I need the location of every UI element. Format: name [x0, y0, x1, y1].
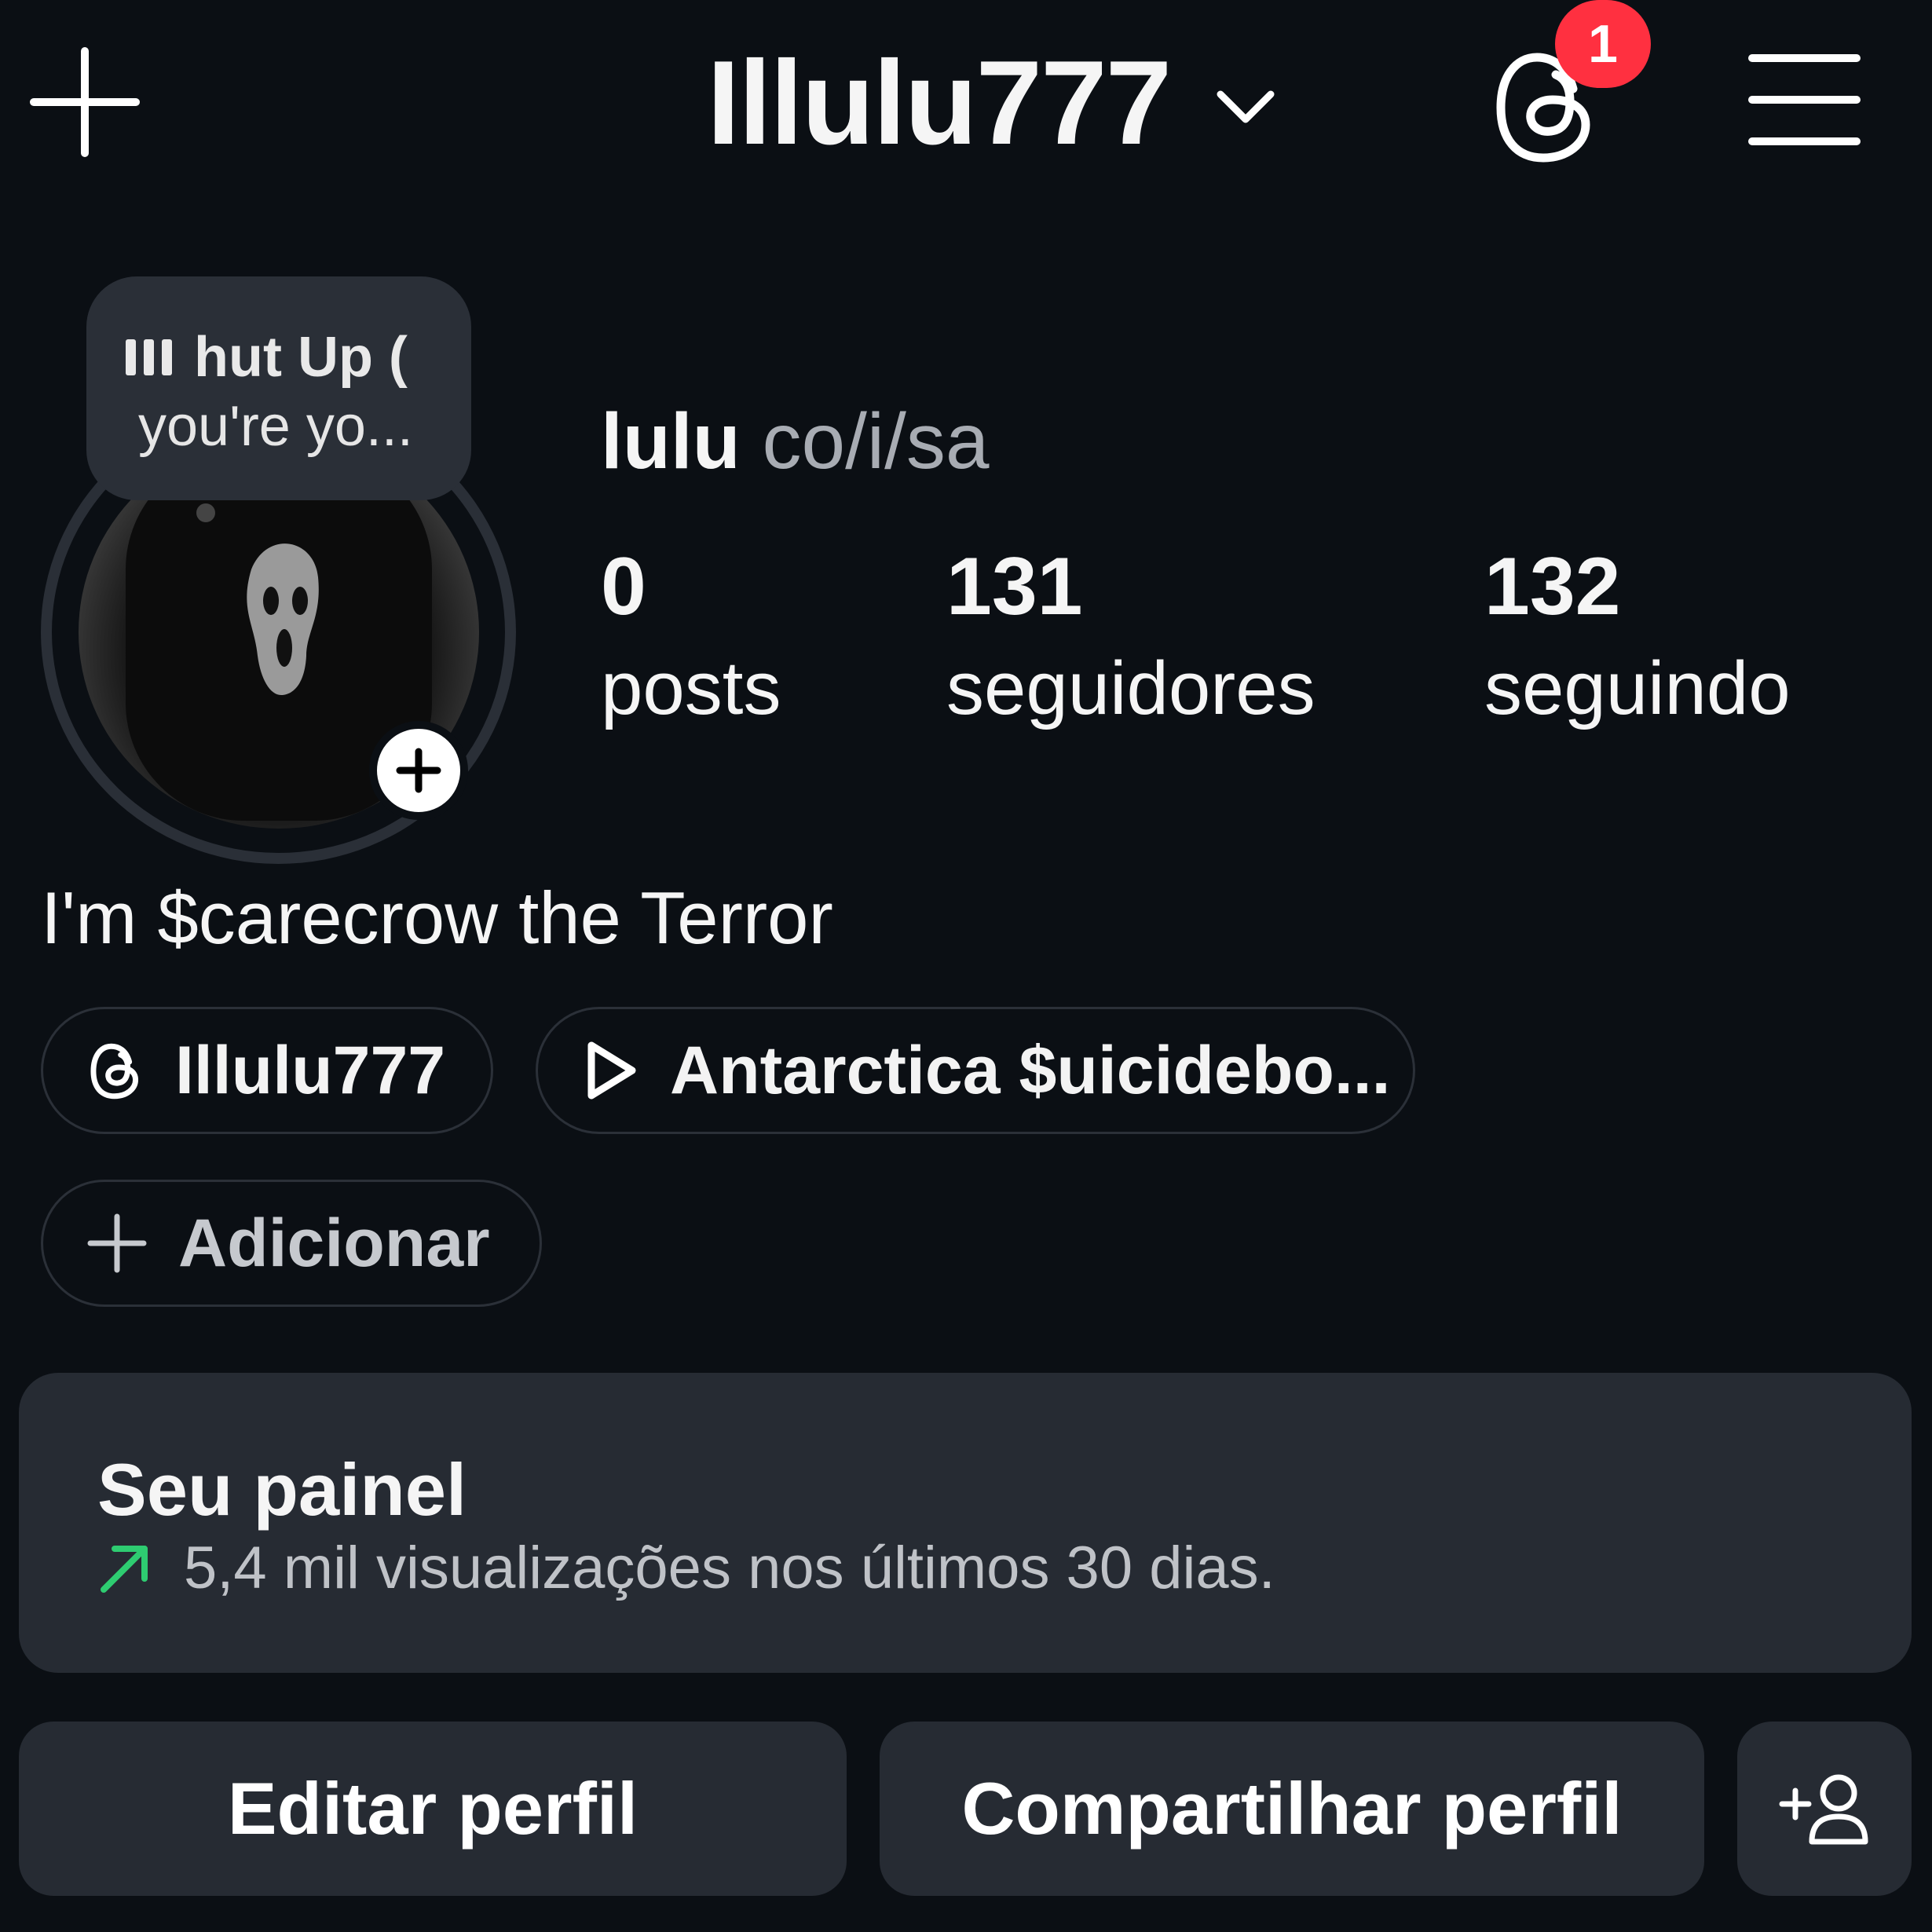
bio-text: I'm $carecrow the Terror: [41, 876, 833, 959]
add-chip-label: Adicionar: [178, 1205, 490, 1281]
plus-icon: [396, 748, 441, 793]
discover-people-button[interactable]: [1737, 1722, 1912, 1896]
hamburger-menu-icon: [1748, 54, 1861, 145]
account-switcher[interactable]: Illulu777: [707, 43, 1277, 163]
add-person-icon: [1779, 1774, 1868, 1845]
note-song-title: hut Up (: [194, 326, 408, 389]
dashboard-card[interactable]: Seu painel 5,4 mil visualizações nos últ…: [19, 1373, 1912, 1673]
dashboard-title: Seu painel: [97, 1448, 467, 1531]
play-icon: [587, 1041, 636, 1100]
stat-followers[interactable]: 131 seguidores: [946, 546, 1315, 726]
music-chip[interactable]: Antarctica $uicidebo...: [536, 1007, 1415, 1134]
display-name: lulu: [601, 397, 741, 485]
music-chip-label: Antarctica $uicidebo...: [670, 1032, 1391, 1108]
plus-icon: [30, 47, 140, 157]
trend-up-arrow-icon: [101, 1545, 148, 1593]
threads-link-chip[interactable]: Illulu777: [41, 1007, 493, 1134]
note-text: you're yo...: [138, 395, 413, 458]
stat-label: seguidores: [946, 646, 1315, 730]
stat-label: posts: [601, 646, 781, 730]
threads-icon: [90, 1043, 139, 1100]
pronouns: co/i/sa: [762, 397, 990, 485]
plus-icon: [87, 1213, 147, 1273]
dashboard-views-text: 5,4 mil visualizações nos últimos 30 dia…: [184, 1535, 1275, 1601]
chevron-down-icon: [1217, 90, 1275, 123]
audio-bars-icon: [126, 339, 172, 375]
stat-value: 132: [1484, 541, 1621, 632]
stat-posts[interactable]: 0 posts: [601, 546, 781, 726]
create-button[interactable]: [30, 47, 140, 157]
profile-username: Illulu777: [707, 36, 1172, 170]
stat-following[interactable]: 132 seguindo: [1484, 546, 1791, 726]
edit-profile-button[interactable]: Editar perfil: [19, 1722, 847, 1896]
notification-badge: 1: [1555, 0, 1651, 88]
stat-value: 131: [946, 541, 1083, 632]
note-bubble[interactable]: hut Up ( you're yo...: [86, 276, 471, 500]
profile-display-name: lulu co/i/sa: [601, 397, 990, 487]
add-story-button[interactable]: [369, 721, 468, 820]
threads-chip-label: Illulu777: [175, 1032, 446, 1108]
dashboard-subtitle: 5,4 mil visualizações nos últimos 30 dia…: [97, 1534, 1275, 1602]
stat-label: seguindo: [1484, 646, 1791, 730]
add-link-chip[interactable]: Adicionar: [41, 1180, 542, 1307]
note-music-line: hut Up (: [126, 325, 408, 390]
share-profile-button[interactable]: Compartilhar perfil: [880, 1722, 1704, 1896]
stat-value: 0: [601, 541, 646, 632]
menu-button[interactable]: [1747, 49, 1861, 151]
